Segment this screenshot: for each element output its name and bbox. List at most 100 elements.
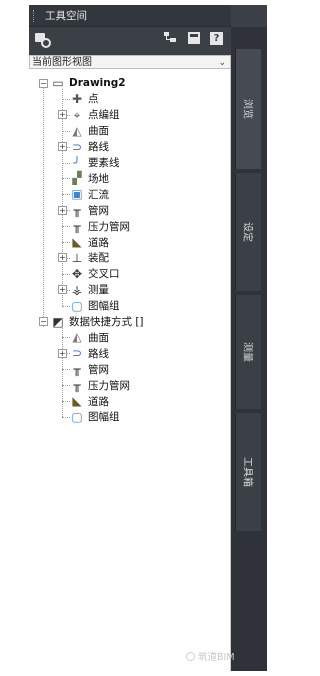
help-button[interactable]: ? (210, 32, 223, 45)
side-tab-strip: 浏览 设定 测量 工具箱 (231, 27, 267, 671)
tree-expander[interactable]: + (58, 253, 67, 263)
tree-item-label: 路线 (88, 347, 109, 360)
tree-expander[interactable]: + (58, 142, 67, 152)
corridor-icon: ◣ (72, 235, 82, 249)
watermark: 筑道BIM (186, 649, 235, 663)
tree-item[interactable]: ▢ 图幅组 (70, 298, 120, 314)
view-frame-icon: ▢ (71, 298, 83, 313)
tree-item-label: 图幅组 (88, 300, 120, 313)
intersection-icon: ✥ (71, 266, 83, 281)
tab-settings[interactable]: 设定 (235, 173, 261, 291)
tree-item-label: 道路 (88, 395, 109, 408)
tree-expander[interactable]: + (58, 285, 67, 295)
tree-connector (43, 88, 44, 327)
feature-line-icon: ╯ (73, 155, 81, 170)
tree-item-label: 曲面 (88, 125, 109, 138)
tree-item[interactable]: ▞ 场地 (70, 170, 109, 186)
title-bar[interactable]: 工具空间 (29, 5, 231, 27)
tab-survey[interactable]: 测量 (235, 295, 261, 409)
data-shortcuts-icon: ◩ (52, 314, 64, 329)
tab-label: 工具箱 (241, 457, 252, 487)
tree-item[interactable]: ✚ 点 (70, 91, 99, 107)
tree-item-label: 路线 (88, 141, 109, 154)
tree-item-label: 点编组 (88, 109, 120, 122)
tree-item[interactable]: ╥ 压力管网 (70, 218, 130, 234)
tree-item[interactable]: ◣ 道路 (70, 393, 109, 409)
tab-toolbox[interactable]: 工具箱 (235, 413, 261, 531)
pressure-network-icon: ╥ (73, 219, 81, 234)
tree-item-label: 管网 (88, 363, 109, 376)
view-select-dropdown[interactable]: 当前图形视图 ⌄ (29, 55, 231, 69)
view-frame-shortcut-icon: ▢ (71, 409, 83, 424)
chevron-down-icon[interactable]: ⌄ (218, 56, 226, 70)
tree-expander[interactable]: + (58, 205, 67, 215)
tree-item-label: 场地 (88, 172, 109, 185)
tree-connector (62, 305, 70, 307)
tree-item[interactable]: ╥ 压力管网 (70, 377, 130, 393)
toolbar: ? (29, 27, 231, 49)
item-view-icon[interactable] (35, 32, 51, 48)
tree-item-label: Drawing2 (69, 77, 126, 89)
watermark-text: 筑道BIM (198, 652, 235, 663)
tree-item[interactable]: ▢ 图幅组 (70, 409, 119, 425)
alignment-shortcut-icon: ⊃ (71, 346, 83, 361)
drag-grip-icon[interactable] (33, 9, 39, 22)
tab-label: 设定 (241, 222, 252, 242)
tree-root-data-shortcuts[interactable]: ◩ 数据快捷方式 [] (51, 314, 144, 330)
point-group-icon: ⌖ (73, 107, 81, 122)
collapse-icon[interactable]: − (39, 78, 48, 88)
tree-item-label: 数据快捷方式 [] (69, 316, 144, 328)
tree-item[interactable]: ⊃ 路线 (70, 139, 109, 155)
tree-item[interactable]: ⌖ 点编组 (70, 107, 120, 123)
tree-connector (62, 130, 70, 132)
tree-item[interactable]: ◭ 曲面 (70, 329, 109, 345)
tree-item[interactable]: ⚶ 测量 (70, 282, 109, 298)
pipe-network-icon: ╥ (73, 203, 81, 218)
wechat-icon (186, 651, 195, 661)
tree-connector (62, 369, 70, 371)
tree-view-icon[interactable] (164, 32, 176, 44)
surface-icon: ◭ (72, 123, 82, 138)
corridor-shortcut-icon: ◣ (72, 394, 82, 408)
tree-item[interactable]: ◣ 道路 (70, 234, 109, 250)
tree-item-label: 测量 (88, 284, 109, 297)
toolspace-panel: 工具空间 ? 当前图形视图 ⌄ − ▭ Drawing2 ✚ 点 + ⌖ 点编组 ◭ 曲面 + ⊃ 路线… (29, 5, 267, 671)
alignment-icon: ⊃ (71, 139, 83, 154)
assembly-icon: ⊥ (71, 250, 83, 265)
tree-expander[interactable]: + (58, 110, 67, 120)
tree-connector (62, 178, 70, 180)
site-icon: ▞ (72, 171, 82, 186)
dropdown-selected-value: 当前图形视图 (32, 57, 92, 68)
tree-connector (62, 242, 70, 243)
tree-item[interactable]: ◭ 曲面 (70, 123, 109, 139)
window-title: 工具空间 (45, 10, 87, 22)
tab-label: 浏览 (241, 99, 252, 119)
tree-connector (62, 385, 70, 387)
tree-item[interactable]: ⊥ 装配 (70, 250, 109, 266)
tree-item[interactable]: ▣ 汇流 (70, 186, 109, 202)
tree-item-label: 压力管网 (88, 220, 130, 233)
prospector-tree: − ▭ Drawing2 ✚ 点 + ⌖ 点编组 ◭ 曲面 + ⊃ 路线 ╯ 要素线 ▞ 场地 ▣ 汇流 + ╥ 管网 ╥ 压… (29, 69, 231, 671)
tree-item-label: 曲面 (88, 331, 109, 344)
survey-icon: ⚶ (71, 282, 83, 297)
tree-item-label: 汇流 (88, 188, 109, 201)
collapse-icon[interactable]: − (39, 317, 48, 326)
tree-item[interactable]: ⊃ 路线 (70, 345, 109, 361)
tree-item-label: 管网 (88, 204, 109, 217)
tree-item[interactable]: ╥ 管网 (70, 202, 109, 218)
tree-expander[interactable]: + (58, 348, 67, 358)
list-view-icon[interactable] (188, 32, 200, 44)
tree-item[interactable]: ╯ 要素线 (70, 155, 119, 171)
tree-connector (62, 273, 70, 275)
tree-connector (62, 194, 70, 196)
tree-item[interactable]: ✥ 交叉口 (70, 266, 120, 282)
tree-connector (62, 337, 70, 339)
tab-prospector[interactable]: 浏览 (235, 49, 261, 169)
tree-item-label: 点 (88, 93, 99, 106)
point-icon: ✚ (71, 91, 83, 106)
tree-connector (62, 416, 70, 418)
tab-label: 测量 (241, 342, 252, 362)
tree-item[interactable]: ╥ 管网 (70, 361, 109, 377)
surface-shortcut-icon: ◭ (72, 330, 82, 345)
tree-connector (62, 327, 63, 417)
